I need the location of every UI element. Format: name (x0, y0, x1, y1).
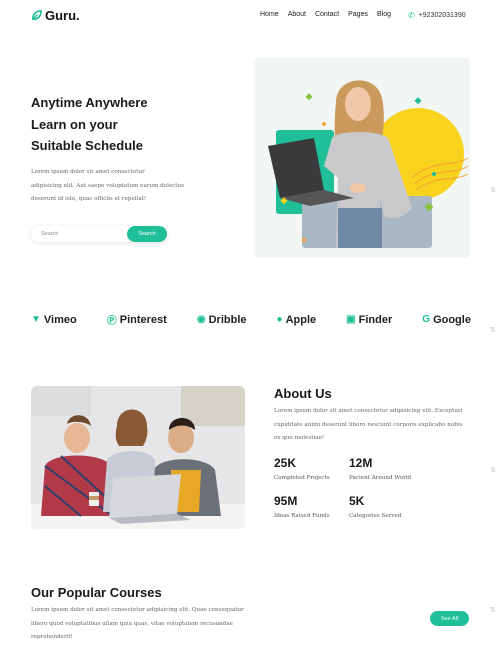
stat-pacient-around-world: 12M Pacient Around World (349, 456, 411, 481)
student-with-laptop-image (254, 58, 470, 258)
about-desc-line: ex quo molestiae! (274, 435, 325, 441)
dribbble-icon: ◉ (196, 314, 206, 325)
brand-name: Apple (285, 313, 317, 326)
nav-about[interactable]: About (288, 11, 306, 18)
stat-label: Ideas Raised Funds (274, 513, 330, 519)
stat-categories-served: 5K Categories Served (349, 494, 401, 519)
nav-blog[interactable]: Blog (377, 11, 391, 18)
stat-value: 95M (274, 494, 298, 508)
brand-finder: ▣ Finder (346, 314, 392, 326)
about-desc-line: cupiditate animi deserunt libero nesciun… (274, 421, 463, 428)
search-input[interactable] (41, 229, 121, 239)
logo-text: Guru. (45, 8, 80, 23)
hero-title-line: Learn on your (31, 116, 118, 132)
share-icon[interactable]: ⇅ (490, 186, 498, 194)
hero-desc-line: Lorem ipsum dolor sit amet consectetur (31, 169, 145, 175)
main-nav: Home About Contact Pages Blog (260, 11, 391, 18)
stat-label: Pacient Around World (349, 475, 412, 481)
stat-label: Categories Served (349, 513, 402, 519)
google-icon: G (422, 314, 431, 325)
leaf-logo-icon (32, 10, 42, 20)
brand-logos-row: ▼ Vimeo Ⓟ Pinterest ◉ Dribble ● Apple ▣ … (31, 312, 471, 328)
see-all-button[interactable]: See All (430, 611, 469, 626)
stat-value: 25K (274, 456, 297, 470)
stat-value: 5K (349, 494, 365, 508)
courses-description: Lorem ipsum dolor sit amet consectetur a… (31, 604, 261, 645)
apple-icon: ● (276, 314, 283, 325)
nav-contact[interactable]: Contact (315, 11, 339, 18)
share-icon[interactable]: ⇅ (490, 606, 498, 614)
search-bar: Search (31, 226, 167, 242)
brand-vimeo: ▼ Vimeo (31, 314, 77, 326)
brand-name: Vimeo (43, 313, 77, 326)
courses-title: Our Popular Courses (31, 585, 162, 600)
courses-desc-line: libero quod voluptatibus ullam quia quas… (31, 620, 233, 627)
hero-description: Lorem ipsum dolor sit amet consectetur a… (31, 166, 191, 207)
hero-title: Anytime Anywhere Learn on your Suitable … (31, 92, 231, 157)
stat-label: Completed Projects (274, 475, 330, 481)
hero-desc-line: adipisicing elit. Aut saepe voluptatum e… (31, 182, 185, 189)
hero-title-line: Anytime Anywhere (31, 95, 148, 110)
search-button[interactable]: Search (127, 226, 167, 242)
brand-name: Dribble (208, 313, 247, 326)
students-group-image (31, 386, 245, 529)
courses-desc-line: Lorem ipsum dolor sit amet consectetur a… (31, 607, 244, 613)
stat-value: 12M (349, 456, 373, 470)
phone-icon: ✆ (408, 11, 415, 20)
brand-name: Finder (358, 313, 393, 326)
phone-number: +92302031390 (418, 12, 466, 19)
about-description: Lorem ipsum dolor sit amet consectetur a… (274, 405, 470, 446)
nav-home[interactable]: Home (260, 11, 279, 18)
brand-dribble: ◉ Dribble (197, 314, 247, 326)
hero-title-line: Suitable Schedule (31, 138, 143, 153)
hero-desc-line: deserunt id iste, quas officiis et repel… (31, 196, 147, 202)
about-title: About Us (274, 386, 332, 401)
about-photo (31, 386, 245, 529)
brand-pinterest: Ⓟ Pinterest (106, 312, 167, 328)
site-logo[interactable]: Guru. (31, 8, 80, 23)
phone-contact[interactable]: ✆ +92302031390 (408, 11, 466, 20)
share-icon[interactable]: ⇅ (490, 466, 498, 474)
brand-name: Pinterest (119, 313, 167, 326)
stat-completed-projects: 25K Completed Projects (274, 456, 330, 481)
stat-ideas-raised-funds: 95M Ideas Raised Funds (274, 494, 330, 519)
pinterest-icon: Ⓟ (106, 316, 117, 327)
brand-apple: ● Apple (277, 314, 317, 326)
brand-google: G Google (422, 314, 471, 326)
brand-name: Google (433, 313, 471, 326)
courses-desc-line: reprehenderit! (31, 634, 73, 640)
hero-illustration (254, 58, 470, 258)
share-icon[interactable]: ⇅ (490, 326, 498, 334)
nav-pages[interactable]: Pages (348, 11, 368, 18)
finder-icon: ▣ (346, 314, 356, 325)
vimeo-icon: ▼ (31, 314, 41, 325)
about-desc-line: Lorem ipsum dolor sit amet consectetur a… (274, 408, 463, 414)
